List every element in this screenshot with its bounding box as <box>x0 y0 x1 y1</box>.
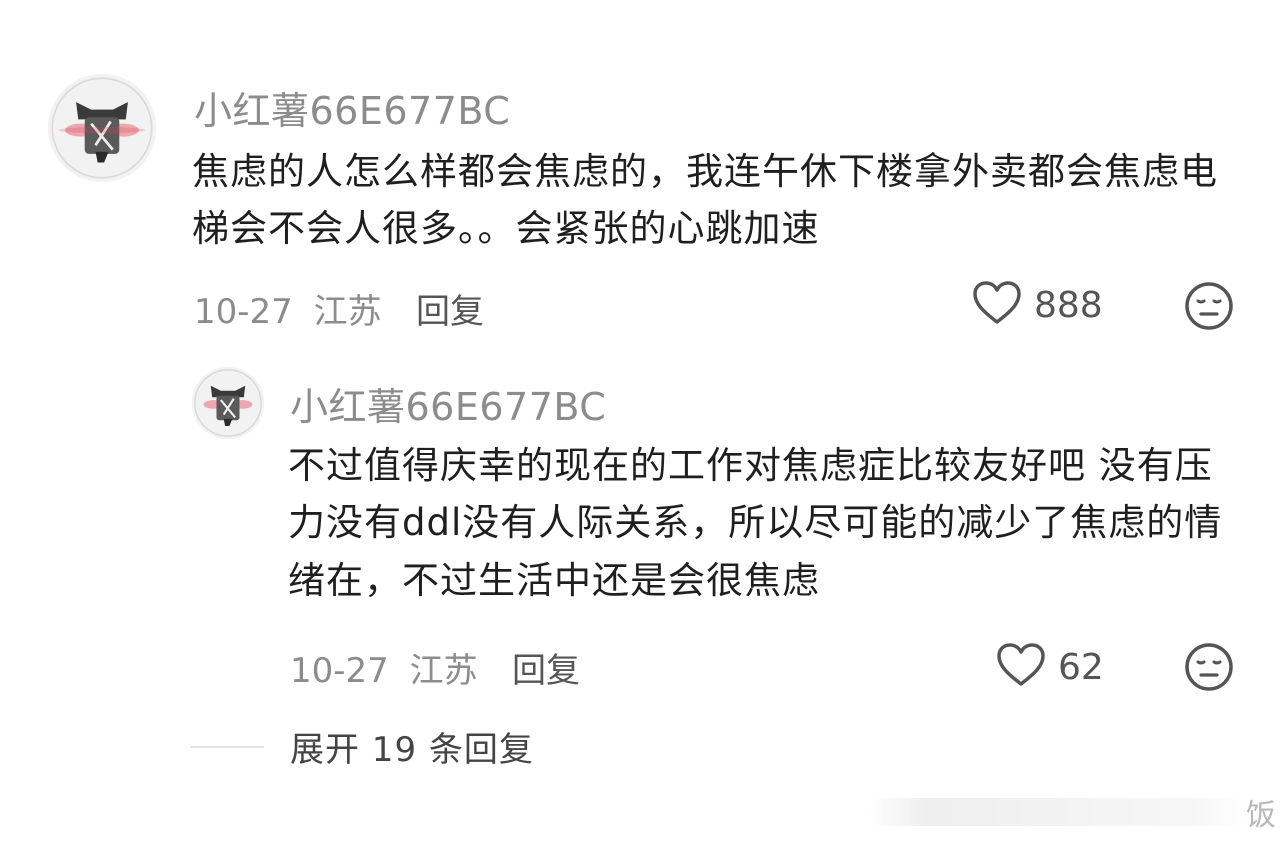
avatar-image <box>192 367 264 439</box>
dislike-button[interactable] <box>1184 642 1234 696</box>
expand-replies-label: 展开 19 条回复 <box>290 730 534 770</box>
comment-item: 小红薯66E677BC 焦虑的人怎么样都会焦虑的，我连午休下楼拿外卖都会焦虑电梯… <box>0 0 1284 340</box>
heart-outline-icon <box>972 280 1022 330</box>
avatar[interactable] <box>192 367 264 439</box>
heart-outline-icon <box>996 642 1046 692</box>
meh-face-icon <box>1184 643 1234 696</box>
comment-location: 江苏 <box>409 651 478 691</box>
avatar-image <box>48 74 156 182</box>
comment-meta: 10-27 江苏 <box>194 284 382 333</box>
reply-item: 小红薯66E677BC 不过值得庆幸的现在的工作对焦虑症比较友好吧 没有压力没有… <box>0 340 1284 710</box>
dislike-button[interactable] <box>1184 281 1234 335</box>
watermark-fade <box>868 798 1248 826</box>
watermark: 饭 <box>868 792 1284 833</box>
comment-location: 江苏 <box>313 292 382 332</box>
expand-divider-line <box>190 745 264 748</box>
like-button[interactable]: 62 <box>996 642 1104 692</box>
avatar[interactable] <box>48 74 156 182</box>
like-count: 888 <box>1034 284 1103 326</box>
comment-meta: 10-27 江苏 <box>290 643 478 692</box>
watermark-text: 饭 <box>1246 798 1276 833</box>
reply-button[interactable]: 回复 <box>512 643 580 692</box>
username[interactable]: 小红薯66E677BC <box>194 80 510 135</box>
comment-date: 10-27 <box>290 651 389 691</box>
comment-date: 10-27 <box>194 292 293 332</box>
like-button[interactable]: 888 <box>972 280 1103 330</box>
meh-face-icon <box>1184 282 1234 335</box>
reply-button[interactable]: 回复 <box>416 284 484 333</box>
expand-replies-button[interactable]: 展开 19 条回复 <box>190 722 534 771</box>
comment-text: 焦虑的人怎么样都会焦虑的，我连午休下楼拿外卖都会焦虑电梯会不会人很多。。会紧张的… <box>192 150 1218 251</box>
comment-text: 不过值得庆幸的现在的工作对焦虑症比较友好吧 没有压力没有ddl没有人际关系，所以… <box>288 444 1223 602</box>
like-count: 62 <box>1058 646 1104 688</box>
username[interactable]: 小红薯66E677BC <box>290 376 606 431</box>
